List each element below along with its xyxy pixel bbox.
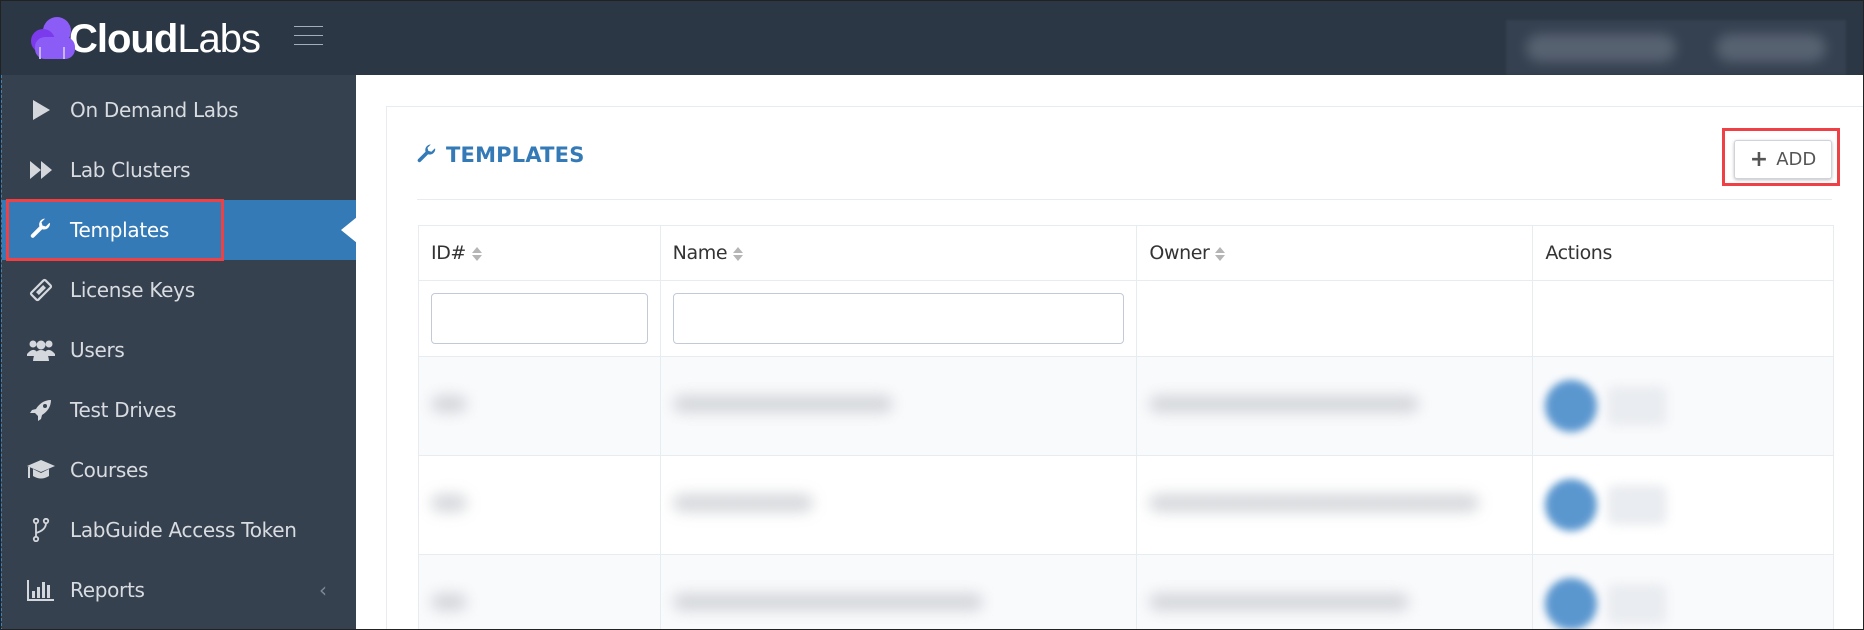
cell-actions — [1532, 455, 1834, 555]
cell-owner — [1136, 554, 1534, 629]
redacted-text — [672, 494, 813, 512]
sidebar-item-label: License Keys — [70, 278, 195, 302]
redacted-text — [1149, 593, 1410, 611]
redacted-text — [431, 395, 467, 413]
cell-id — [418, 554, 661, 629]
filter-cell-name — [659, 280, 1138, 357]
title-divider — [417, 199, 1832, 200]
redacted-chip — [1526, 34, 1676, 62]
action-button[interactable] — [1607, 485, 1668, 525]
cell-id — [418, 455, 661, 555]
add-template-button[interactable]: + ADD — [1734, 140, 1832, 179]
redacted-text — [672, 593, 983, 611]
logo-wordmark: CloudLabs — [69, 17, 261, 61]
sidebar-item-on-demand-labs[interactable]: On Demand Labs — [2, 80, 357, 140]
table-header-row: ID# Name Owner Actions — [418, 225, 1834, 281]
sidebar-item-label: LabGuide Access Token — [70, 518, 297, 542]
action-button[interactable] — [1545, 578, 1598, 629]
name-filter-input[interactable] — [672, 293, 1125, 344]
bar-chart-icon — [26, 575, 56, 605]
wrench-icon — [26, 215, 56, 245]
redacted-text — [431, 593, 467, 611]
code-fork-icon — [26, 515, 56, 545]
filter-cell-id — [418, 280, 661, 357]
sidebar-item-labguide-access-token[interactable]: LabGuide Access Token — [2, 500, 357, 560]
table-row — [418, 356, 1834, 456]
column-header-name[interactable]: Name — [659, 225, 1138, 281]
templates-panel: TEMPLATES + ADD ID# Name Owner Actions — [386, 106, 1863, 629]
cell-actions — [1532, 554, 1834, 629]
graduation-cap-icon — [26, 455, 56, 485]
column-label: Owner — [1149, 242, 1210, 264]
fast-forward-icon — [26, 155, 56, 185]
sidebar-item-label: Test Drives — [70, 398, 177, 422]
cloudlabs-logo[interactable]: CloudLabs — [29, 13, 261, 65]
add-button-label: ADD — [1776, 149, 1817, 170]
users-icon — [26, 335, 56, 365]
sidebar-item-label: Lab Clusters — [70, 158, 191, 182]
sidebar-item-label: On Demand Labs — [70, 98, 239, 122]
logo-text-light: Labs — [177, 17, 261, 61]
column-header-owner[interactable]: Owner — [1136, 225, 1534, 281]
main-content: TEMPLATES + ADD ID# Name Owner Actions — [356, 75, 1863, 629]
sidebar-item-users[interactable]: Users — [2, 320, 357, 380]
action-button[interactable] — [1607, 584, 1668, 624]
panel-title: TEMPLATES — [416, 143, 585, 167]
sidebar-item-label: Reports — [70, 578, 145, 602]
column-label: ID# — [431, 242, 466, 264]
cell-name — [659, 356, 1138, 456]
redacted-text — [431, 494, 467, 512]
sort-icon[interactable] — [733, 246, 744, 262]
cell-owner — [1136, 356, 1534, 456]
column-header-actions: Actions — [1532, 225, 1834, 281]
action-button[interactable] — [1607, 386, 1668, 426]
redacted-text — [1149, 494, 1480, 512]
play-icon — [26, 95, 56, 125]
wrench-icon — [417, 144, 436, 163]
cell-actions — [1532, 356, 1834, 456]
action-button[interactable] — [1545, 380, 1598, 432]
sidebar-item-courses[interactable]: Courses — [2, 440, 357, 500]
sidebar-item-label: Courses — [70, 458, 149, 482]
top-header: CloudLabs — [1, 1, 1863, 75]
cell-name — [659, 455, 1138, 555]
cell-owner — [1136, 455, 1534, 555]
filter-row — [418, 280, 1834, 357]
sidebar-item-reports[interactable]: Reports ‹ — [2, 560, 357, 620]
table-row — [418, 554, 1834, 629]
user-menu-redacted[interactable] — [1506, 20, 1846, 75]
sidebar-item-lab-clusters[interactable]: Lab Clusters — [2, 140, 357, 200]
redacted-chip — [1716, 34, 1826, 62]
redacted-text — [1149, 395, 1420, 413]
panel-title-text: TEMPLATES — [446, 143, 585, 167]
filter-cell-actions — [1532, 280, 1834, 357]
cell-name — [659, 554, 1138, 629]
cloud-logo-icon — [29, 17, 75, 61]
table-row — [418, 455, 1834, 555]
sidebar-item-label: Users — [70, 338, 125, 362]
menu-toggle-icon[interactable] — [294, 26, 323, 46]
logo-text-bold: Cloud — [69, 17, 178, 61]
chevron-left-icon[interactable]: ‹ — [319, 578, 327, 602]
id-filter-input[interactable] — [431, 293, 648, 344]
ticket-icon — [26, 275, 56, 305]
redacted-text — [672, 395, 893, 413]
sidebar-item-license-keys[interactable]: License Keys — [2, 260, 357, 320]
sort-icon[interactable] — [471, 246, 482, 262]
column-header-id[interactable]: ID# — [418, 225, 661, 281]
sidebar: On Demand Labs Lab Clusters Templates Li… — [1, 75, 357, 629]
sidebar-item-label: Templates — [70, 218, 169, 242]
templates-table: ID# Name Owner Actions — [418, 225, 1834, 629]
sort-icon[interactable] — [1215, 246, 1226, 262]
plus-icon: + — [1749, 146, 1769, 172]
filter-cell-owner — [1136, 280, 1534, 357]
column-label: Actions — [1545, 242, 1612, 264]
column-label: Name — [672, 242, 728, 264]
rocket-icon — [26, 395, 56, 425]
sidebar-item-test-drives[interactable]: Test Drives — [2, 380, 357, 440]
sidebar-item-templates[interactable]: Templates — [2, 200, 357, 260]
cell-id — [418, 356, 661, 456]
action-button[interactable] — [1545, 479, 1598, 531]
app-window: CloudLabs On Demand Labs Lab Clusters Te… — [0, 0, 1864, 630]
